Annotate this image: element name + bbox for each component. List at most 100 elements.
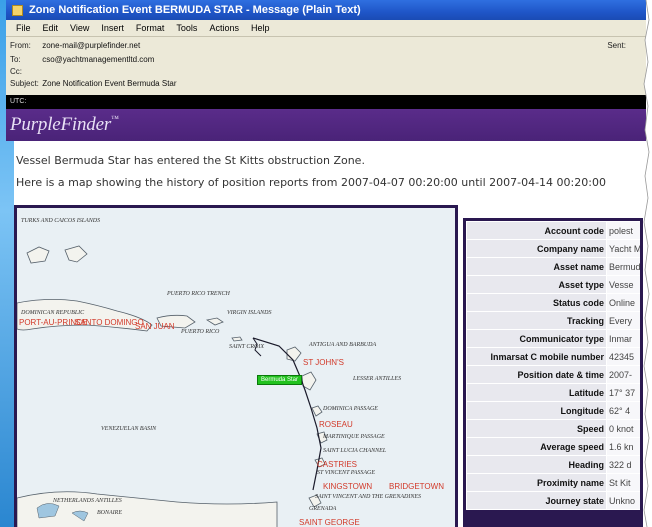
to-label: To:	[10, 55, 21, 64]
info-row: Inmarsat C mobile number 42345	[467, 348, 640, 365]
menu-tools[interactable]: Tools	[176, 23, 197, 33]
info-row: Speed 0 knot	[467, 420, 640, 437]
info-key: Latitude	[467, 384, 606, 401]
menu-edit[interactable]: Edit	[43, 23, 59, 33]
info-value: Unkno	[607, 492, 640, 509]
map-label-st-vincent: ST VINCENT PASSAGE	[317, 470, 376, 476]
map-label-turks: TURKS AND CAICOS ISLANDS	[21, 218, 101, 224]
info-key: Position date & time	[467, 366, 606, 383]
to-value[interactable]: cso@yachtmanagementltd.com	[42, 55, 154, 64]
info-value: Inmar	[607, 330, 640, 347]
info-row: Asset type Vesse	[467, 276, 640, 293]
from-row: From: zone-mail@purplefinder.net	[10, 41, 140, 50]
info-row: Average speed 1.6 kn	[467, 438, 640, 455]
logo-trademark: ™	[111, 114, 119, 123]
info-row: Proximity name St Kit	[467, 474, 640, 491]
info-value: polest	[607, 222, 640, 239]
info-row: Latitude 17° 37	[467, 384, 640, 401]
window-title: Zone Notification Event BERMUDA STAR - M…	[29, 4, 361, 16]
vessel-marker[interactable]: Bermuda Star	[257, 375, 303, 385]
info-value: St Kit	[607, 474, 640, 491]
subject-label: Subject:	[10, 79, 39, 88]
info-value: 62° 4	[607, 402, 640, 419]
logo-text: PurpleFinder	[10, 114, 112, 135]
info-key: Asset type	[467, 276, 606, 293]
place-saint-george: SAINT GEORGE	[299, 518, 360, 527]
place-st-johns: ST JOHN'S	[303, 358, 344, 367]
info-row: Company name Yacht M	[467, 240, 640, 257]
map-label-puerto-rico: PUERTO RICO	[181, 329, 220, 335]
message-header: From: zone-mail@purplefinder.net To: cso…	[6, 37, 646, 95]
cc-label: Cc:	[10, 67, 22, 76]
place-santo-domingo: SANTO DOMINGO	[75, 318, 144, 327]
map-label-bonaire: BONAIRE	[97, 510, 122, 516]
info-row: Account code polest	[467, 222, 640, 239]
map-graphic	[17, 245, 328, 527]
map-label-virgin: VIRGIN ISLANDS	[227, 310, 272, 316]
menu-format[interactable]: Format	[136, 23, 165, 33]
map-label-netherlands: NETHERLANDS ANTILLES	[53, 498, 122, 504]
info-row: Heading 322 d	[467, 456, 640, 473]
info-key: Tracking	[467, 312, 606, 329]
info-value: 42345	[607, 348, 640, 365]
info-value: 1.6 kn	[607, 438, 640, 455]
map-label-st-croix: SAINT CROIX	[229, 344, 265, 350]
info-row: Asset name Bermud	[467, 258, 640, 275]
menu-help[interactable]: Help	[251, 23, 270, 33]
map-label-svg: SAINT VINCENT AND THE GRENADINES	[315, 494, 422, 500]
map-label-pr-trench: PUERTO RICO TRENCH	[167, 291, 230, 297]
map-label-dominica-passage: DOMINICA PASSAGE	[323, 406, 378, 412]
asset-info-table: Account code polest Company name Yacht M Ass…	[466, 221, 640, 510]
message-line-1: Vessel Bermuda Star has entered the St K…	[16, 154, 365, 167]
info-key: Communicator type	[467, 330, 606, 347]
info-key: Account code	[467, 222, 606, 239]
map-label-grenada: GRENADA	[309, 506, 337, 512]
info-key: Longitude	[467, 402, 606, 419]
info-row: Longitude 62° 4	[467, 402, 640, 419]
info-value: Vesse	[607, 276, 640, 293]
info-value: Online	[607, 294, 640, 311]
subject-value: Zone Notification Event Bermuda Star	[42, 79, 177, 88]
menu-view[interactable]: View	[70, 23, 89, 33]
map-label-antigua: ANTIGUA AND BARBUDA	[309, 342, 377, 348]
from-value[interactable]: zone-mail@purplefinder.net	[42, 41, 140, 50]
menu-file[interactable]: File	[16, 23, 31, 33]
window-title-bar[interactable]: Zone Notification Event BERMUDA STAR - M…	[6, 0, 646, 20]
info-value: Bermud	[607, 258, 640, 275]
info-row: Tracking Every	[467, 312, 640, 329]
info-value: 0 knot	[607, 420, 640, 437]
place-kingstown: KINGSTOWN	[323, 482, 373, 491]
info-key: Company name	[467, 240, 606, 257]
info-key: Heading	[467, 456, 606, 473]
info-row: Journey state Unkno	[467, 492, 640, 509]
position-history-map[interactable]: TURKS AND CAICOS ISLANDS PUERTO RICO TRE…	[14, 205, 458, 527]
info-row: Communicator type Inmar	[467, 330, 640, 347]
info-key: Journey state	[467, 492, 606, 509]
envelope-icon	[12, 4, 23, 16]
place-bridgetown: BRIDGETOWN	[389, 482, 444, 491]
map-label-lesser-antilles: LESSER ANTILLES	[353, 376, 402, 382]
info-key: Status code	[467, 294, 606, 311]
info-value: Every	[607, 312, 640, 329]
info-key: Inmarsat C mobile number	[467, 348, 606, 365]
cc-row: Cc:	[10, 67, 40, 76]
map-label-venezuelan-basin: VENEZUELAN BASIN	[101, 426, 157, 432]
info-value: 322 d	[607, 456, 640, 473]
asset-info-panel: Account code polest Company name Yacht M Ass…	[463, 218, 643, 527]
subject-row: Subject: Zone Notification Event Bermuda…	[10, 79, 177, 88]
info-value: Yacht M	[607, 240, 640, 257]
place-roseau: ROSEAU	[319, 420, 353, 429]
info-value: 17° 37	[607, 384, 640, 401]
menu-actions[interactable]: Actions	[209, 23, 239, 33]
menu-insert[interactable]: Insert	[101, 23, 124, 33]
map-label-martinique: MARTINIQUE PASSAGE	[323, 434, 385, 440]
info-row: Status code Online	[467, 294, 640, 311]
menu-bar: File Edit View Insert Format Tools Actio…	[6, 20, 646, 37]
info-row: Position date & time 2007-	[467, 366, 640, 383]
to-row: To: cso@yachtmanagementltd.com	[10, 55, 154, 64]
info-key: Speed	[467, 420, 606, 437]
torn-edge	[643, 0, 652, 527]
purplefinder-logo: PurpleFinder™	[10, 114, 119, 136]
info-key: Average speed	[467, 438, 606, 455]
place-san-juan: SAN JUAN	[135, 322, 175, 331]
